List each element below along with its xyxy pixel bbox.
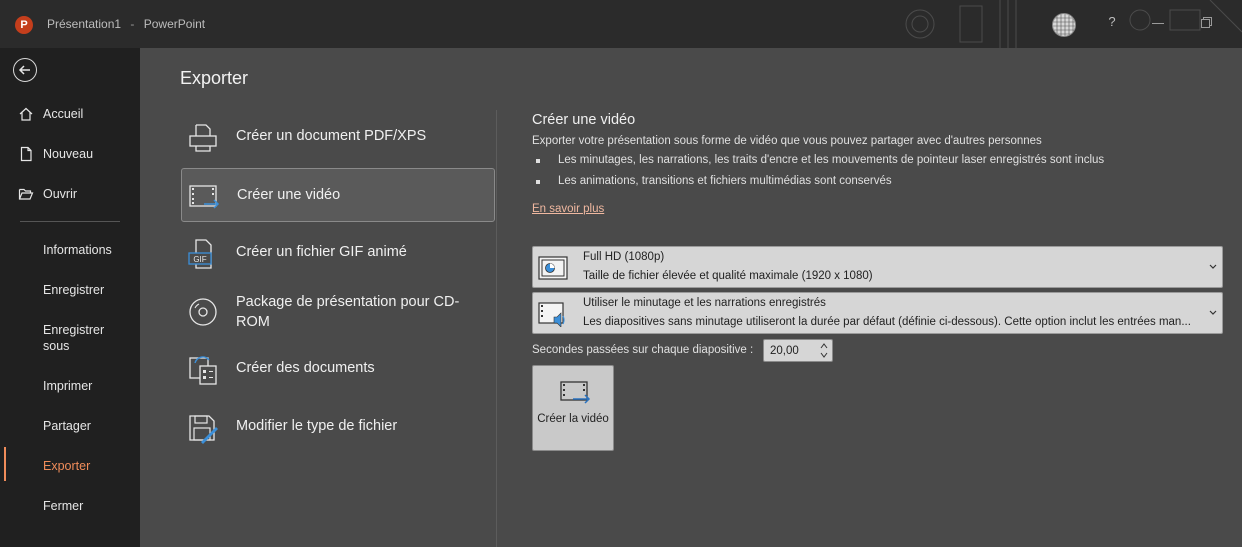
dropdown-title: Full HD (1080p): [583, 251, 665, 263]
active-indicator: [4, 447, 6, 481]
learn-more-link[interactable]: En savoir plus: [532, 203, 604, 215]
sidebar-item-label: Fermer: [43, 499, 84, 513]
narration-timing-icon: [538, 302, 565, 327]
home-icon: [19, 107, 33, 121]
column-divider: [496, 110, 497, 547]
create-video-button[interactable]: Créer la vidéo: [532, 365, 614, 451]
pdf-document-icon: [189, 124, 217, 152]
dropdown-subtitle: Les diapositives sans minutage utilisero…: [583, 316, 1191, 328]
change-file-type-icon: [189, 415, 218, 444]
presentation-quality-icon: [538, 256, 568, 280]
bullet-dot: [536, 180, 540, 184]
sidebar-item-label: Enregistrer: [43, 283, 105, 297]
option-label: Créer des documents: [236, 360, 375, 376]
option-create-pdf-xps[interactable]: Créer un document PDF/XPS: [181, 110, 495, 164]
app-name: PowerPoint: [143, 17, 206, 31]
sidebar-item-label: Accueil: [43, 107, 84, 121]
option-create-video[interactable]: Créer une vidéo: [181, 168, 495, 222]
handouts-icon: [189, 356, 217, 385]
gif-icon-text: GIF: [193, 255, 206, 264]
panel-description: Exporter votre présentation sous forme d…: [532, 135, 1042, 147]
user-avatar[interactable]: [1052, 13, 1076, 37]
new-document-icon: [20, 146, 32, 162]
sidebar-item-label: Exporter: [43, 459, 91, 473]
sidebar-item-label: Imprimer: [43, 379, 93, 393]
restore-icon-front: [1201, 19, 1210, 28]
sidebar-item-label: Nouveau: [43, 147, 94, 161]
minimize-button[interactable]: [1152, 14, 1166, 34]
dropdown-subtitle: Taille de fichier élevée et qualité maxi…: [583, 270, 873, 282]
backstage-sidebar: Accueil Nouveau Ouvrir Informations Enre…: [0, 48, 140, 547]
panel-title: Créer une vidéo: [532, 112, 636, 128]
option-label: Créer un fichier GIF animé: [236, 244, 407, 260]
gif-icon: GIF: [188, 239, 212, 269]
option-create-gif[interactable]: GIF Créer un fichier GIF animé: [181, 226, 495, 280]
document-name: Présentation1: [47, 17, 122, 31]
sidebar-divider: [20, 221, 120, 222]
video-quality-dropdown[interactable]: Full HD (1080p) Taille de fichier élevée…: [532, 246, 1223, 288]
restore-button[interactable]: [1201, 17, 1213, 29]
arrow-left-icon: [18, 65, 30, 75]
window-title: Présentation1 - PowerPoint: [47, 17, 205, 31]
timing-dropdown[interactable]: Utiliser le minutage et les narrations e…: [532, 292, 1223, 334]
option-change-file-type[interactable]: Modifier le type de fichier: [181, 400, 495, 454]
option-label: Créer un document PDF/XPS: [236, 128, 427, 144]
sidebar-item-label: Enregistrer sous: [43, 323, 105, 353]
sidebar-item-label: Ouvrir: [43, 187, 78, 201]
sidebar-item-label: Partager: [43, 419, 91, 433]
cd-icon: [189, 298, 217, 326]
sidebar-item-label: Informations: [43, 243, 112, 257]
spin-down-icon[interactable]: [820, 351, 828, 359]
create-video-label: Créer la vidéo: [537, 413, 609, 425]
back-button[interactable]: [13, 58, 37, 82]
bullet-dot: [536, 159, 540, 163]
option-label: Package de présentation pour CD-ROM: [236, 294, 460, 330]
seconds-per-slide-label: Secondes passées sur chaque diapositive …: [532, 344, 754, 356]
chevron-down-icon: [1209, 310, 1217, 315]
open-folder-icon: [18, 188, 34, 200]
title-separator: -: [130, 17, 135, 31]
video-icon: [189, 185, 220, 209]
option-create-handouts[interactable]: Créer des documents: [181, 342, 495, 396]
page-title: Exporter: [180, 68, 249, 88]
option-package-cd[interactable]: Package de présentation pour CD-ROM: [181, 284, 495, 342]
spin-up-icon[interactable]: [820, 342, 828, 350]
option-label: Modifier le type de fichier: [236, 418, 398, 434]
video-icon: [560, 381, 591, 404]
chevron-down-icon: [1209, 264, 1217, 269]
seconds-per-slide-stepper[interactable]: 20,00: [763, 339, 833, 362]
dropdown-title: Utiliser le minutage et les narrations e…: [583, 297, 826, 309]
powerpoint-logo-icon: P: [15, 16, 33, 34]
bullet-text: Les minutages, les narrations, les trait…: [558, 154, 1105, 166]
bullet-text: Les animations, transitions et fichiers …: [558, 175, 892, 187]
help-button[interactable]: ?: [1103, 14, 1121, 34]
option-label: Créer une vidéo: [237, 187, 341, 203]
title-bar: P Présentation1 - PowerPoint ?: [0, 0, 1242, 48]
seconds-value[interactable]: 20,00: [770, 345, 799, 357]
